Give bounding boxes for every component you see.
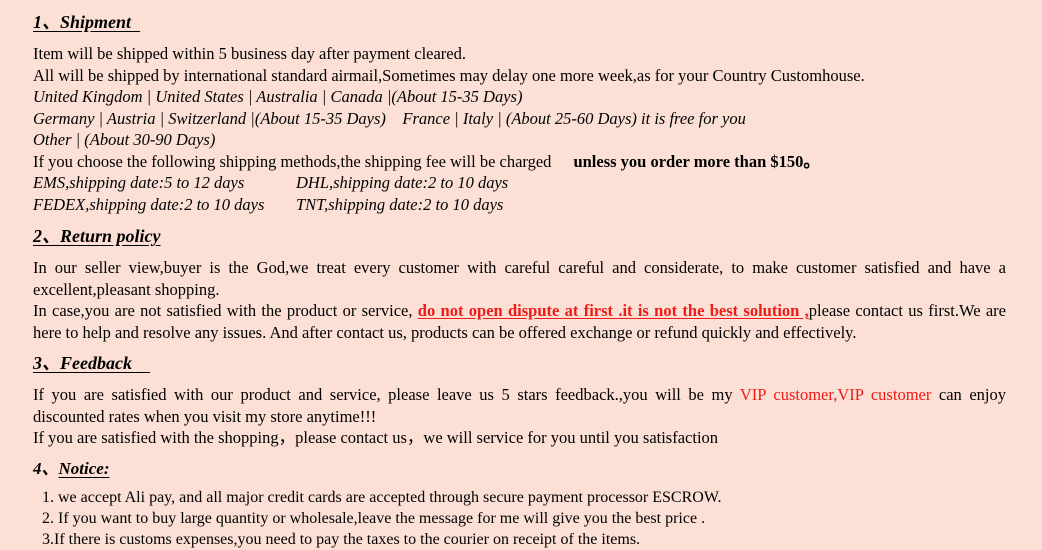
feedback-heading-number: 3、: [33, 353, 60, 373]
shipping-method-row: EMS,shipping date:5 to 12 days DHL,shipp…: [0, 172, 1042, 194]
section-heading-feedback: 3、Feedback: [0, 343, 1042, 376]
shipment-zone-1: United Kingdom | United States | Austral…: [33, 87, 523, 106]
shipment-fee-threshold: unless you order more than $150。: [573, 151, 820, 171]
shipping-method-tnt: TNT,shipping date:2 to 10 days: [296, 194, 504, 214]
shipping-method-dhl: DHL,shipping date:2 to 10 days: [296, 173, 509, 192]
policy-document: 1、Shipment Item will be shipped within 5…: [0, 0, 1042, 548]
feedback-paragraph-prefix: If you are satisfied with our product an…: [33, 385, 740, 404]
feedback-vip-highlight: VIP customer,VIP customer: [739, 385, 932, 404]
return-policy-heading-number: 2、: [33, 226, 60, 246]
notice-list: 1. we accept Ali pay, and all major cred…: [0, 481, 1042, 550]
return-policy-p2-prefix: In case,you are not satisfied with the p…: [33, 301, 418, 320]
shipment-line-1: Item will be shipped within 5 business d…: [33, 44, 467, 63]
return-policy-paragraph-1: In our seller view,buyer is the God,we t…: [33, 258, 1006, 299]
return-policy-paragraph-2: In case,you are not satisfied with the p…: [0, 300, 1042, 343]
shipping-method-row: FEDEX,shipping date:2 to 10 days TNT,shi…: [0, 194, 1042, 216]
shipment-heading-title: Shipment: [60, 12, 141, 32]
shipment-fee-prefix: If you choose the following shipping met…: [33, 151, 552, 171]
shipment-zone-2: Germany | Austria | Switzerland |(About …: [33, 108, 746, 128]
section-heading-return-policy: 2、Return policy: [0, 215, 1042, 249]
notice-item: 2. If you want to buy large quantity or …: [42, 510, 706, 527]
notice-heading-number: 4、: [33, 459, 59, 478]
feedback-closing-line: If you are satisfied with the shopping，p…: [33, 428, 719, 447]
feedback-paragraph: If you are satisfied with our product an…: [0, 384, 1042, 427]
shipping-method-fedex: FEDEX,shipping date:2 to 10 days: [33, 194, 265, 214]
notice-item: 1. we accept Ali pay, and all major cred…: [42, 489, 722, 506]
notice-heading-title: Notice:: [58, 459, 110, 478]
section-heading-shipment: 1、Shipment: [0, 6, 1042, 35]
feedback-heading-title: Feedback: [60, 353, 150, 373]
notice-item: 3.If there is customs expenses,you need …: [42, 531, 641, 548]
return-policy-heading-title: Return policy: [60, 226, 161, 246]
shipping-method-ems: EMS,shipping date:5 to 12 days: [33, 173, 245, 192]
return-policy-dispute-warning: do not open dispute at first .it is not …: [417, 301, 809, 320]
section-heading-notice: 4、Notice:: [0, 448, 1042, 481]
shipment-zone-3: Other | (About 30-90 Days): [33, 130, 216, 149]
shipment-fee-line: If you choose the following shipping met…: [0, 151, 1042, 173]
shipment-heading-number: 1、: [33, 12, 60, 32]
shipment-line-2: All will be shipped by international sta…: [33, 65, 865, 85]
